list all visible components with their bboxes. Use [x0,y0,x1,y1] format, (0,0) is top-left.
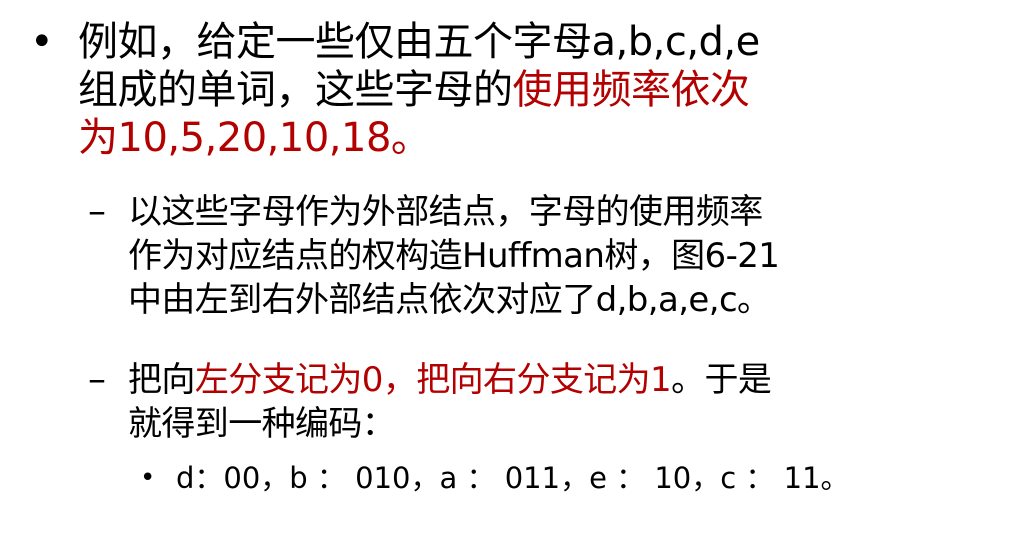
sub-bullet-line-3: 中由左到右外部结点依次对应了d,b,a,e,c。 [128,280,771,320]
sub-bullet-text: 以这些字母作为外部结点，字母的使用频率 作为对应结点的权构造Huffman树，图… [128,190,998,322]
slide: • 例如，给定一些仅由五个字母a,b,c,d,e 组成的单词，这些字母的使用频率… [0,0,1030,552]
code-result-text: d：00，b ： 010，a ： 011，e ： 10，c ： 11。 [176,461,850,495]
sub-bullet-line-2: 作为对应结点的权构造Huffman树，图6-21 [128,236,780,276]
sub-bullet-text: 把向左分支记为0，把向右分支记为1。于是 就得到一种编码： [128,358,998,446]
bullet-line-2: 组成的单词，这些字母的使用频率依次 [78,66,983,114]
bullet-line-1: 例如，给定一些仅由五个字母a,b,c,d,e [78,19,760,65]
frequency-highlight: 使用频率依次 [512,67,751,113]
branch-text-end: 。于是 [671,360,772,400]
branch-rule-highlight: 左分支记为0，把向右分支记为1 [194,360,672,400]
dash-icon: – [88,359,106,400]
bullet-line-2-text: 组成的单词，这些字母的 [78,67,513,113]
bullet-dot-icon: • [30,19,54,65]
sub-bullet-line-1: 把向左分支记为0，把向右分支记为1。于是 [128,358,998,402]
branch-text-start: 把向 [128,360,195,400]
small-bullet-dot-icon: • [140,463,156,493]
sub-bullet-line-2: 就得到一种编码： [128,404,396,444]
dash-icon: – [88,191,106,232]
bullet-text: 例如，给定一些仅由五个字母a,b,c,d,e 组成的单词，这些字母的使用频率依次… [78,18,983,162]
sub-bullet-line-1: 以这些字母作为外部结点，字母的使用频率 [128,192,763,232]
frequency-values: 为10,5,20,10,18。 [78,115,431,161]
